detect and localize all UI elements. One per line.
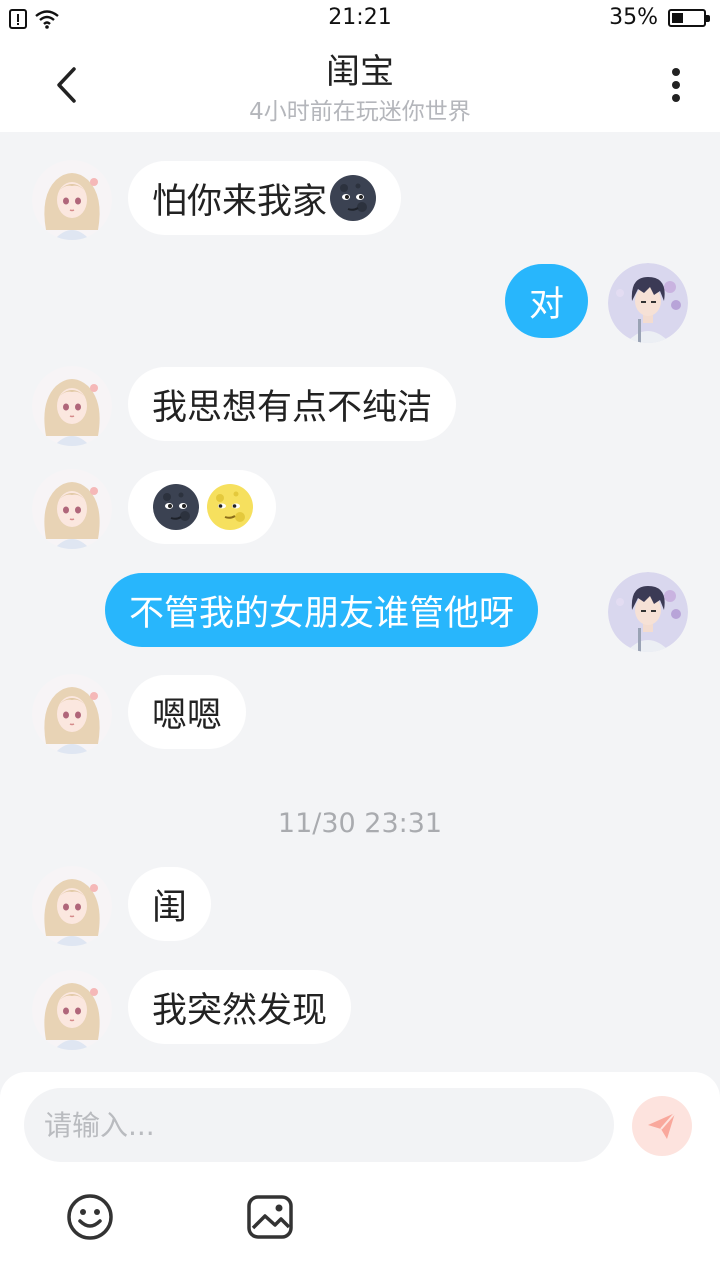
message-bubble[interactable]: 怕你来我家 bbox=[128, 161, 402, 235]
more-options-button[interactable] bbox=[656, 60, 696, 110]
message-composer bbox=[0, 1072, 720, 1280]
message-text: 不管我的女朋友谁管他呀 bbox=[129, 593, 515, 634]
message-bubble[interactable]: 嗯嗯 bbox=[128, 675, 247, 749]
smiley-icon bbox=[67, 1194, 113, 1240]
send-icon bbox=[648, 1112, 676, 1139]
status-bar: 21:21 35% bbox=[0, 0, 720, 38]
image-icon bbox=[247, 1195, 293, 1239]
battery-icon bbox=[668, 9, 710, 27]
avatar-girl[interactable] bbox=[32, 469, 112, 549]
chat-header: 闺宝 4小时前在玩迷你世界 bbox=[0, 38, 720, 132]
message-bubble[interactable]: 我突然发现 bbox=[128, 970, 352, 1044]
message-text: 对 bbox=[529, 284, 565, 325]
message-bubble[interactable]: 对 bbox=[505, 264, 589, 338]
avatar-girl[interactable] bbox=[32, 674, 112, 754]
message-bubble[interactable]: 闺 bbox=[128, 867, 212, 941]
message-text: 我突然发现 bbox=[152, 990, 328, 1031]
new-moon-face-emoji bbox=[153, 484, 199, 530]
emoji-button[interactable] bbox=[65, 1192, 115, 1242]
battery-percent: 35% bbox=[609, 5, 658, 30]
avatar-girl[interactable] bbox=[32, 160, 112, 240]
contact-name: 闺宝 bbox=[326, 52, 394, 92]
avatar-girl[interactable] bbox=[32, 866, 112, 946]
message-text: 我思想有点不纯洁 bbox=[152, 387, 433, 428]
avatar-boy[interactable] bbox=[608, 572, 688, 652]
message-bubble[interactable] bbox=[128, 470, 276, 544]
timestamp-divider: 11/30 23:31 bbox=[277, 808, 443, 839]
more-vertical-icon bbox=[672, 68, 680, 102]
avatar-boy[interactable] bbox=[608, 263, 688, 343]
contact-status: 4小时前在玩迷你世界 bbox=[249, 99, 471, 125]
image-button[interactable] bbox=[245, 1192, 295, 1242]
full-moon-face-emoji bbox=[207, 484, 253, 530]
send-button[interactable] bbox=[632, 1096, 692, 1156]
avatar-girl[interactable] bbox=[32, 366, 112, 446]
message-text: 怕你来我家 bbox=[152, 181, 328, 222]
avatar-girl[interactable] bbox=[32, 970, 112, 1050]
message-text: 闺 bbox=[152, 887, 188, 928]
message-bubble[interactable]: 不管我的女朋友谁管他呀 bbox=[105, 573, 539, 647]
message-input[interactable] bbox=[24, 1088, 614, 1162]
new-moon-face-emoji bbox=[330, 175, 377, 221]
message-text: 嗯嗯 bbox=[152, 695, 223, 736]
message-bubble[interactable]: 我思想有点不纯洁 bbox=[128, 367, 457, 441]
